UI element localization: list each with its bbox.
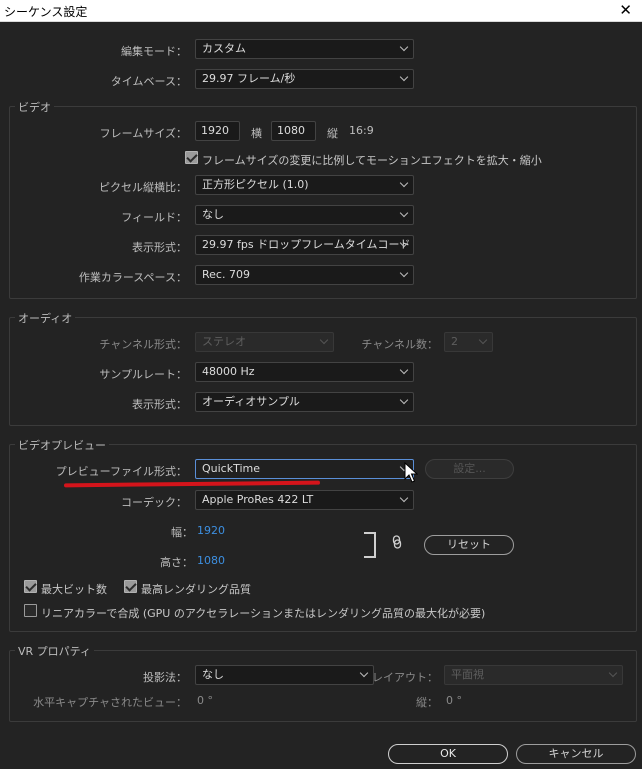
vr-group-title: VR プロパティ bbox=[15, 643, 95, 659]
color-space-value: Rec. 709 bbox=[202, 268, 250, 281]
timebase-label: タイムベース： bbox=[110, 75, 187, 88]
pixel-aspect-label: ピクセル縦横比： bbox=[99, 181, 187, 194]
v-capture-view-value: 0 ° bbox=[446, 694, 462, 707]
link-chain-icon[interactable] bbox=[392, 535, 402, 549]
chevron-down-icon bbox=[399, 72, 409, 82]
cancel-button[interactable]: キャンセル bbox=[516, 744, 636, 764]
chevron-down-icon bbox=[399, 268, 409, 278]
vr-group bbox=[9, 650, 637, 722]
projection-dropdown[interactable]: なし bbox=[195, 665, 374, 685]
projection-label: 投影法： bbox=[143, 671, 187, 684]
chevron-down-icon bbox=[399, 365, 409, 375]
video-display-format-label: 表示形式： bbox=[132, 241, 187, 254]
frame-size-label: フレームサイズ： bbox=[99, 127, 187, 140]
chevron-down-icon bbox=[399, 395, 409, 405]
aspect-ratio: 16:9 bbox=[349, 124, 374, 137]
chevron-down-icon bbox=[319, 335, 329, 345]
close-icon[interactable]: ✕ bbox=[619, 1, 632, 19]
pixel-aspect-dropdown[interactable]: 正方形ピクセル (1.0) bbox=[195, 175, 414, 195]
color-space-label: 作業カラースペース： bbox=[78, 271, 187, 284]
edit-mode-label: 編集モード： bbox=[121, 45, 187, 58]
preview-file-format-dropdown[interactable]: QuickTime bbox=[195, 459, 414, 479]
chevron-down-icon bbox=[399, 178, 409, 188]
fields-label: フィールド： bbox=[121, 211, 187, 224]
sample-rate-dropdown[interactable]: 48000 Hz bbox=[195, 362, 414, 382]
horizontal-label: 横 bbox=[251, 127, 262, 140]
reset-button[interactable]: リセット bbox=[424, 535, 514, 555]
chevron-down-icon bbox=[608, 668, 618, 678]
frame-height-field[interactable]: 1080 bbox=[271, 121, 316, 141]
chevron-down-icon bbox=[478, 335, 488, 345]
timebase-value: 29.97 フレーム/秒 bbox=[202, 72, 296, 85]
linear-color-checkbox[interactable] bbox=[24, 604, 37, 617]
layout-value: 平面視 bbox=[451, 668, 484, 681]
video-preview-group-title: ビデオプレビュー bbox=[15, 437, 109, 453]
max-bit-depth-label: 最大ビット数 bbox=[41, 583, 107, 596]
fields-value: なし bbox=[202, 208, 224, 221]
channel-format-label: チャンネル形式： bbox=[99, 338, 187, 351]
max-render-quality-checkbox[interactable] bbox=[124, 580, 137, 593]
preview-width-value[interactable]: 1920 bbox=[197, 524, 225, 537]
pixel-aspect-value: 正方形ピクセル (1.0) bbox=[202, 178, 309, 191]
scale-motion-checkbox[interactable] bbox=[185, 151, 198, 164]
sample-rate-label: サンプルレート： bbox=[99, 368, 187, 381]
linear-color-label: リニアカラーで合成 (GPU のアクセラレーションまたはレンダリング品質の最大化… bbox=[41, 607, 486, 620]
preview-file-format-value: QuickTime bbox=[202, 462, 261, 475]
codec-dropdown[interactable]: Apple ProRes 422 LT bbox=[195, 490, 414, 510]
chevron-down-icon bbox=[399, 208, 409, 218]
max-bit-depth-checkbox[interactable] bbox=[24, 580, 37, 593]
edit-mode-value: カスタム bbox=[202, 42, 246, 55]
channel-count-dropdown: 2 bbox=[444, 332, 493, 352]
edit-mode-dropdown[interactable]: カスタム bbox=[195, 39, 414, 59]
channel-count-value: 2 bbox=[451, 335, 458, 348]
mouse-pointer-icon bbox=[404, 462, 418, 483]
channel-format-value: ステレオ bbox=[202, 335, 246, 348]
video-group-title: ビデオ bbox=[15, 99, 54, 115]
audio-display-format-label: 表示形式： bbox=[132, 398, 187, 411]
codec-value: Apple ProRes 422 LT bbox=[202, 493, 314, 506]
fields-dropdown[interactable]: なし bbox=[195, 205, 414, 225]
video-display-format-dropdown[interactable]: 29.97 fps ドロップフレームタイムコード bbox=[195, 235, 414, 255]
chevron-down-icon bbox=[399, 42, 409, 52]
link-bracket bbox=[364, 532, 376, 558]
preview-settings-button: 設定... bbox=[425, 459, 514, 479]
h-capture-view-value: 0 ° bbox=[197, 694, 213, 707]
projection-value: なし bbox=[202, 668, 224, 681]
preview-height-value[interactable]: 1080 bbox=[197, 554, 225, 567]
vertical-label: 縦 bbox=[327, 127, 338, 140]
audio-display-format-dropdown[interactable]: オーディオサンプル bbox=[195, 392, 414, 412]
audio-display-format-value: オーディオサンプル bbox=[202, 395, 300, 408]
chevron-down-icon bbox=[399, 493, 409, 503]
h-capture-view-label: 水平キャプチャされたビュー： bbox=[33, 696, 187, 709]
title-bar: シーケンス設定 ✕ bbox=[0, 0, 642, 22]
channel-count-label: チャンネル数： bbox=[361, 338, 438, 351]
max-render-quality-label: 最高レンダリング品質 bbox=[141, 583, 251, 596]
sample-rate-value: 48000 Hz bbox=[202, 365, 255, 378]
v-capture-view-label: 縦： bbox=[416, 696, 438, 709]
color-space-dropdown[interactable]: Rec. 709 bbox=[195, 265, 414, 285]
preview-height-label: 高さ： bbox=[160, 556, 193, 569]
frame-width-field[interactable]: 1920 bbox=[195, 121, 240, 141]
preview-file-format-label: プレビューファイル形式： bbox=[55, 465, 187, 478]
layout-label: レイアウト： bbox=[372, 671, 438, 684]
timebase-dropdown[interactable]: 29.97 フレーム/秒 bbox=[195, 69, 414, 89]
audio-group-title: オーディオ bbox=[15, 310, 76, 326]
layout-dropdown: 平面視 bbox=[444, 665, 623, 685]
video-display-format-value: 29.97 fps ドロップフレームタイムコード bbox=[202, 238, 411, 251]
preview-width-label: 幅： bbox=[171, 526, 193, 539]
chevron-down-icon bbox=[359, 668, 369, 678]
channel-format-dropdown: ステレオ bbox=[195, 332, 334, 352]
window-title: シーケンス設定 bbox=[4, 5, 88, 19]
ok-button[interactable]: OK bbox=[388, 744, 508, 764]
codec-label: コーデック： bbox=[121, 496, 187, 509]
scale-motion-label: フレームサイズの変更に比例してモーションエフェクトを拡大・縮小 bbox=[202, 154, 542, 167]
